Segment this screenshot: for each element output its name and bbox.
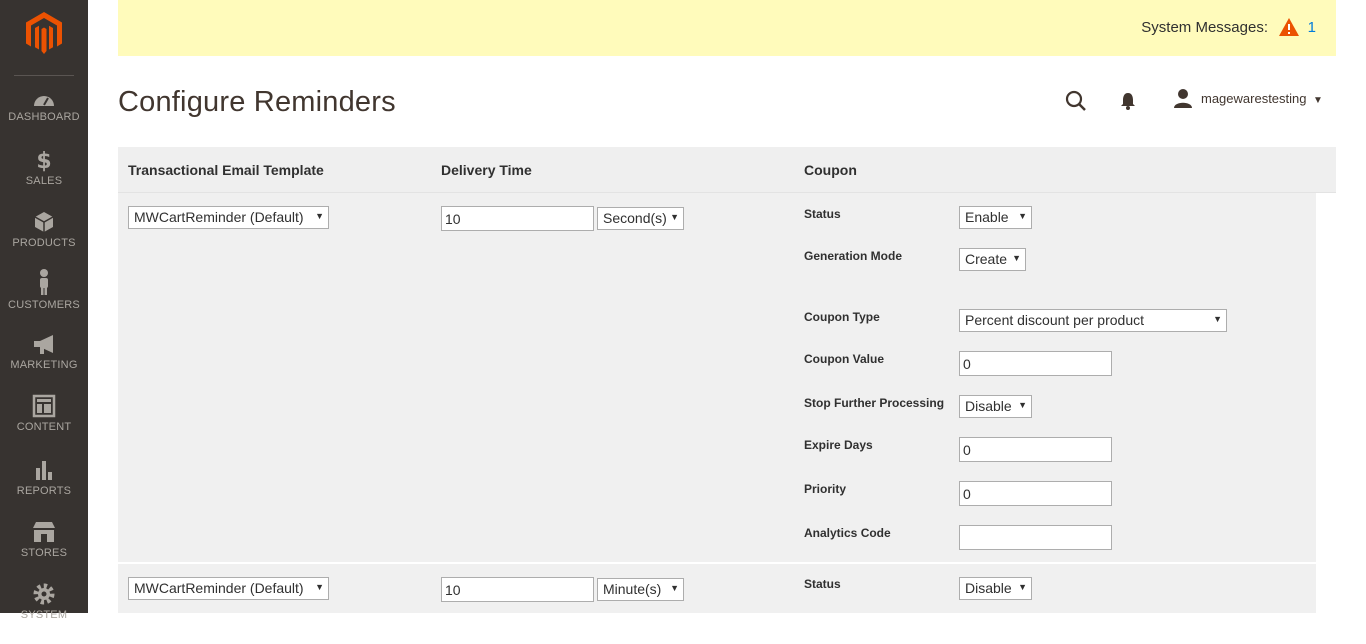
analytics-code-label: Analytics Code xyxy=(804,526,891,540)
delivery-unit-select[interactable]: Minute(s) ▼ xyxy=(597,578,684,601)
nav-label: CUSTOMERS xyxy=(8,299,80,311)
priority-input[interactable]: 0 xyxy=(959,481,1112,506)
select-arrow-icon: ▼ xyxy=(670,212,679,222)
stop-further-processing-select[interactable]: Disable ▼ xyxy=(959,395,1032,418)
column-header-coupon: Coupon xyxy=(804,162,857,178)
nav-system[interactable]: SYSTEM xyxy=(0,582,88,644)
reminder-row: MWCartReminder (Default) ▼ 10 Second(s) ▼ … xyxy=(118,193,1316,563)
nav-marketing[interactable]: MARKETING xyxy=(0,334,88,396)
select-arrow-icon: ▼ xyxy=(1018,400,1027,410)
nav-label: MARKETING xyxy=(10,359,78,371)
bar-chart-icon xyxy=(36,461,52,480)
nav-dashboard[interactable]: DASHBOARD xyxy=(0,90,88,152)
logo-divider xyxy=(14,75,74,76)
admin-username[interactable]: magewarestesting xyxy=(1201,91,1307,106)
dollar-icon: $ xyxy=(36,149,51,172)
admin-sidebar: DASHBOARD $ SALES PRODUCTS CUSTOMERS MAR… xyxy=(0,0,88,621)
user-avatar-icon[interactable] xyxy=(1173,88,1193,108)
email-template-select[interactable]: MWCartReminder (Default) ▼ xyxy=(128,577,329,600)
reminder-row: MWCartReminder (Default) ▼ 10 Minute(s) ▼ … xyxy=(118,564,1316,613)
nav-content[interactable]: CONTENT xyxy=(0,394,88,456)
nav-label: PRODUCTS xyxy=(12,237,76,249)
coupon-status-select[interactable]: Enable ▼ xyxy=(959,206,1032,229)
stop-further-processing-label: Stop Further Processing xyxy=(804,396,945,410)
svg-text:$: $ xyxy=(36,149,51,172)
coupon-type-select[interactable]: Percent discount per product ▼ xyxy=(959,309,1227,332)
column-header-delivery-time: Delivery Time xyxy=(441,162,532,178)
analytics-code-input[interactable] xyxy=(959,525,1112,550)
select-value: Enable xyxy=(965,209,1009,225)
magento-logo[interactable] xyxy=(26,12,62,54)
select-value: Disable xyxy=(965,580,1012,596)
coupon-value-label: Coupon Value xyxy=(804,352,885,366)
select-arrow-icon: ▼ xyxy=(1213,314,1222,324)
expire-days-label: Expire Days xyxy=(804,438,873,452)
select-value: Minute(s) xyxy=(603,581,662,597)
system-messages-count[interactable]: 1 xyxy=(1308,19,1316,36)
search-icon[interactable] xyxy=(1064,89,1088,113)
coupon-status-label: Status xyxy=(804,577,841,591)
column-header-template: Transactional Email Template xyxy=(128,162,324,178)
select-value: Second(s) xyxy=(603,210,667,226)
delivery-unit-select[interactable]: Second(s) ▼ xyxy=(597,207,684,230)
select-value: Percent discount per product xyxy=(965,312,1144,328)
system-messages-bar: System Messages: 1 xyxy=(118,0,1336,56)
nav-label: STORES xyxy=(20,547,68,559)
select-arrow-icon: ▼ xyxy=(315,582,324,592)
megaphone-icon xyxy=(34,335,53,354)
delivery-time-input[interactable]: 10 xyxy=(441,577,594,602)
nav-label: DASHBOARD xyxy=(8,111,80,123)
layout-icon xyxy=(32,394,56,418)
warning-icon[interactable] xyxy=(1278,17,1300,37)
select-arrow-icon: ▼ xyxy=(315,211,324,221)
notifications-bell-icon[interactable] xyxy=(1118,91,1138,111)
select-arrow-icon: ▼ xyxy=(670,583,679,593)
coupon-value-input[interactable]: 0 xyxy=(959,351,1112,376)
coupon-type-label: Coupon Type xyxy=(804,310,880,324)
reminders-grid-header: Transactional Email Template Delivery Ti… xyxy=(118,147,1336,193)
select-arrow-icon: ▼ xyxy=(1012,253,1021,263)
system-messages-label: System Messages: xyxy=(1141,19,1268,36)
select-value: Create xyxy=(965,251,1008,267)
priority-label: Priority xyxy=(804,482,847,496)
chevron-down-icon[interactable]: ▼ xyxy=(1313,95,1323,106)
select-value: MWCartReminder (Default) xyxy=(134,209,304,225)
select-value: Disable xyxy=(965,398,1012,414)
nav-products[interactable]: PRODUCTS xyxy=(0,210,88,272)
coupon-status-label: Status xyxy=(804,207,841,221)
nav-label: SALES xyxy=(25,175,63,187)
select-arrow-icon: ▼ xyxy=(1018,211,1027,221)
gear-icon xyxy=(33,583,55,605)
expire-days-input[interactable]: 0 xyxy=(959,437,1112,462)
nav-sales[interactable]: $ SALES xyxy=(0,148,88,210)
nav-label: REPORTS xyxy=(16,485,72,497)
select-value: MWCartReminder (Default) xyxy=(134,580,304,596)
nav-label: CONTENT xyxy=(16,421,72,433)
nav-customers[interactable]: CUSTOMERS xyxy=(0,268,88,330)
storefront-icon xyxy=(33,522,55,542)
email-template-select[interactable]: MWCartReminder (Default) ▼ xyxy=(128,206,329,229)
person-icon xyxy=(40,269,48,295)
coupon-status-select[interactable]: Disable ▼ xyxy=(959,577,1032,600)
page-title: Configure Reminders xyxy=(118,86,396,118)
generation-mode-select[interactable]: Create ▼ xyxy=(959,248,1026,271)
delivery-time-input[interactable]: 10 xyxy=(441,206,594,231)
select-arrow-icon: ▼ xyxy=(1018,582,1027,592)
box-icon xyxy=(34,212,54,232)
nav-label: SYSTEM xyxy=(20,609,68,621)
nav-stores[interactable]: STORES xyxy=(0,520,88,582)
nav-reports[interactable]: REPORTS xyxy=(0,458,88,520)
generation-mode-label: Generation Mode xyxy=(804,249,903,263)
dashboard-icon xyxy=(34,96,54,106)
